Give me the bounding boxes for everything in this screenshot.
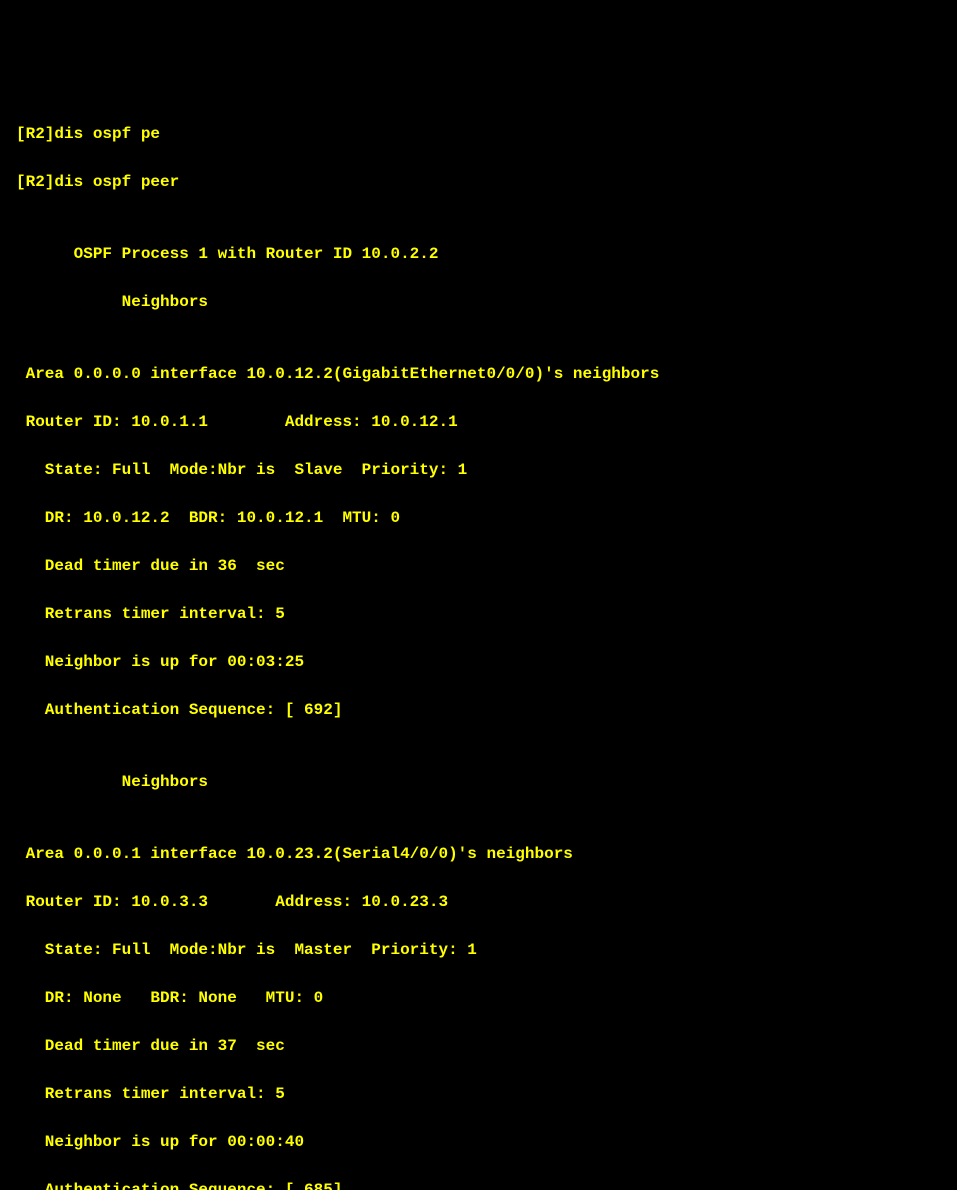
dead-timer-line: Dead timer due in 37 sec bbox=[16, 1034, 941, 1058]
area-interface-line: Area 0.0.0.0 interface 10.0.12.2(Gigabit… bbox=[16, 362, 941, 386]
retrans-timer-line: Retrans timer interval: 5 bbox=[16, 602, 941, 626]
router-id-address-line: Router ID: 10.0.1.1 Address: 10.0.12.1 bbox=[16, 410, 941, 434]
ospf-process-header: OSPF Process 1 with Router ID 10.0.2.2 bbox=[16, 242, 941, 266]
auth-sequence-line: Authentication Sequence: [ 692] bbox=[16, 698, 941, 722]
neighbor-uptime-line: Neighbor is up for 00:03:25 bbox=[16, 650, 941, 674]
command-line: [R2]dis ospf peer bbox=[16, 170, 941, 194]
area-interface-line: Area 0.0.0.1 interface 10.0.23.2(Serial4… bbox=[16, 842, 941, 866]
dr-bdr-mtu-line: DR: None BDR: None MTU: 0 bbox=[16, 986, 941, 1010]
retrans-timer-line: Retrans timer interval: 5 bbox=[16, 1082, 941, 1106]
state-mode-line: State: Full Mode:Nbr is Master Priority:… bbox=[16, 938, 941, 962]
command-line-truncated: [R2]dis ospf pe bbox=[16, 122, 941, 146]
dead-timer-line: Dead timer due in 36 sec bbox=[16, 554, 941, 578]
state-mode-line: State: Full Mode:Nbr is Slave Priority: … bbox=[16, 458, 941, 482]
terminal-output: [R2]dis ospf pe [R2]dis ospf peer OSPF P… bbox=[16, 98, 941, 1190]
dr-bdr-mtu-line: DR: 10.0.12.2 BDR: 10.0.12.1 MTU: 0 bbox=[16, 506, 941, 530]
auth-sequence-line: Authentication Sequence: [ 685] bbox=[16, 1178, 941, 1190]
neighbors-header: Neighbors bbox=[16, 290, 941, 314]
router-id-address-line: Router ID: 10.0.3.3 Address: 10.0.23.3 bbox=[16, 890, 941, 914]
neighbor-uptime-line: Neighbor is up for 00:00:40 bbox=[16, 1130, 941, 1154]
neighbors-header: Neighbors bbox=[16, 770, 941, 794]
